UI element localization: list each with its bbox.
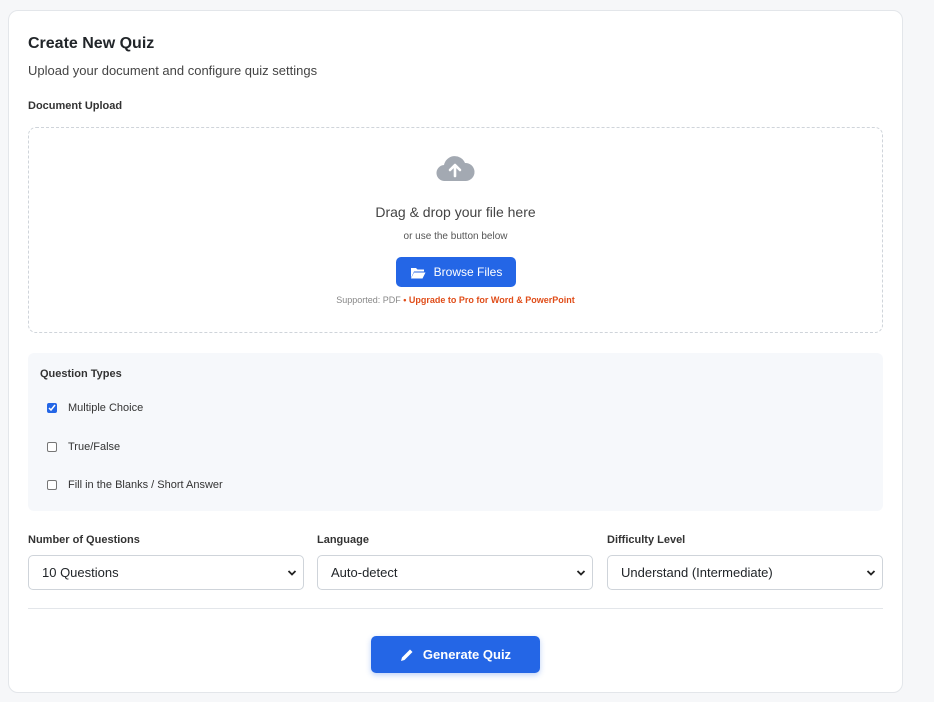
checkbox-label: Fill in the Blanks / Short Answer — [68, 479, 223, 491]
chevron-down-icon — [866, 570, 876, 576]
pencil-icon — [400, 649, 413, 661]
num-questions-select[interactable]: 10 Questions — [28, 555, 304, 590]
drop-title: Drag & drop your file here — [375, 204, 536, 220]
language-label: Language — [317, 534, 369, 546]
difficulty-label: Difficulty Level — [607, 534, 686, 546]
page-subtitle: Upload your document and configure quiz … — [28, 63, 318, 78]
file-dropzone[interactable]: Drag & drop your file here or use the bu… — [28, 127, 883, 333]
select-value: Auto-detect — [331, 565, 398, 580]
divider — [28, 608, 883, 609]
checkbox-label: True/False — [68, 441, 121, 453]
create-quiz-card: Create New Quiz Upload your document and… — [8, 10, 903, 693]
checkbox-label: Multiple Choice — [68, 402, 144, 414]
num-questions-label: Number of Questions — [28, 534, 140, 546]
question-types-label: Question Types — [40, 368, 122, 380]
check-icon — [48, 404, 56, 412]
upgrade-link[interactable]: Upgrade to Pro for Word & PowerPoint — [409, 295, 575, 305]
generate-quiz-button[interactable]: Generate Quiz — [371, 636, 540, 673]
chevron-down-icon — [287, 570, 297, 576]
separator-dot: • — [400, 295, 409, 305]
generate-quiz-label: Generate Quiz — [422, 647, 512, 662]
checkbox-true-false[interactable]: True/False — [47, 441, 120, 453]
drop-subtitle: or use the button below — [403, 231, 508, 242]
supported-formats: Supported: PDF • Upgrade to Pro for Word… — [29, 295, 882, 305]
checkbox-fill-in-blanks[interactable]: Fill in the Blanks / Short Answer — [47, 479, 223, 491]
document-upload-label: Document Upload — [28, 100, 123, 112]
folder-open-icon — [410, 267, 426, 278]
chevron-down-icon — [576, 570, 586, 576]
cloud-upload-icon — [436, 156, 475, 182]
language-select[interactable]: Auto-detect — [317, 555, 593, 590]
difficulty-select[interactable]: Understand (Intermediate) — [607, 555, 883, 590]
select-value: Understand (Intermediate) — [621, 565, 773, 580]
checkbox-box[interactable] — [47, 403, 57, 413]
question-types-panel: Question Types Multiple Choice True/Fals… — [28, 353, 883, 511]
browse-files-label: Browse Files — [433, 265, 503, 279]
page-title: Create New Quiz — [28, 35, 155, 52]
checkbox-multiple-choice[interactable]: Multiple Choice — [47, 402, 143, 414]
checkbox-box[interactable] — [47, 480, 57, 490]
supported-text: Supported: PDF — [336, 295, 401, 305]
browse-files-button[interactable]: Browse Files — [396, 257, 516, 287]
checkbox-box[interactable] — [47, 442, 57, 452]
select-value: 10 Questions — [42, 565, 119, 580]
